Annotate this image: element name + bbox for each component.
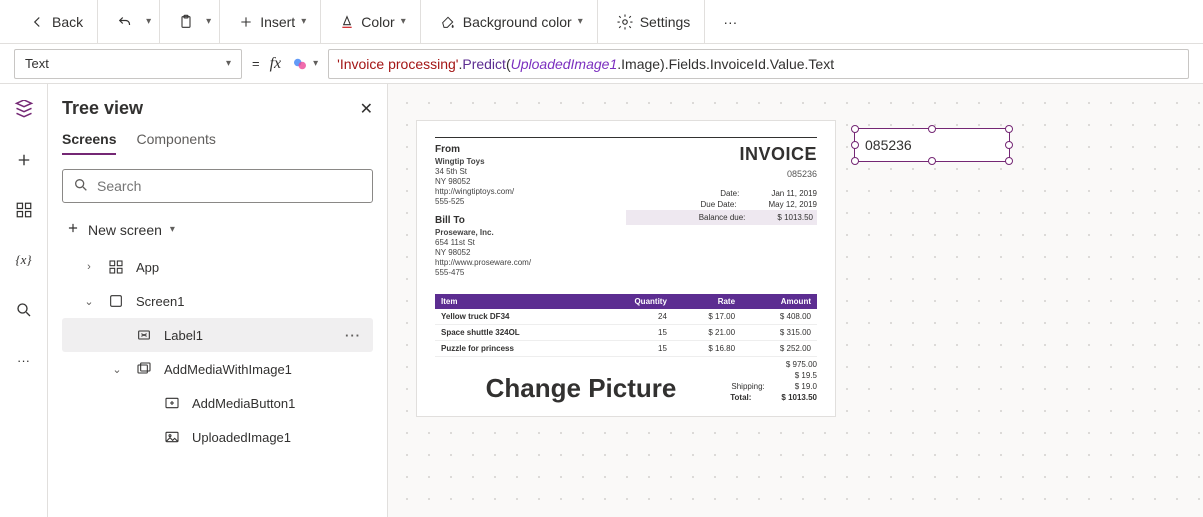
rail-data-icon[interactable] bbox=[8, 194, 40, 226]
add-media-icon bbox=[162, 395, 182, 411]
chevron-down-icon: ▾ bbox=[226, 58, 231, 69]
from-label: From bbox=[435, 144, 626, 155]
tree-title: Tree view bbox=[62, 98, 143, 119]
font-color-icon bbox=[339, 14, 355, 30]
node-label: UploadedImage1 bbox=[192, 430, 291, 445]
tree-node-media-group[interactable]: ⌄ AddMediaWithImage1 bbox=[62, 352, 373, 386]
property-dropdown[interactable]: Text ▾ bbox=[14, 49, 242, 79]
search-box[interactable] bbox=[62, 169, 373, 203]
rail-add-icon[interactable] bbox=[8, 144, 40, 176]
chevron-down-icon: ▾ bbox=[401, 16, 406, 27]
new-screen-button[interactable]: New screen ▾ bbox=[62, 215, 373, 244]
bgcolor-button[interactable]: Background color ▾ bbox=[433, 10, 589, 34]
design-canvas[interactable]: From Wingtip Toys 34 5th St NY 98052 htt… bbox=[388, 84, 1203, 517]
invoice-id: 085236 bbox=[787, 169, 817, 179]
table-row: Space shuttle 324OL15$ 21.00$ 315.00 bbox=[435, 325, 817, 341]
chevron-down-icon[interactable]: ⌄ bbox=[82, 295, 96, 308]
tree-node-label[interactable]: Label1 ··· bbox=[62, 318, 373, 352]
resize-handle[interactable] bbox=[851, 141, 859, 149]
tab-screens[interactable]: Screens bbox=[62, 131, 116, 155]
tree-node-media-button[interactable]: AddMediaButton1 bbox=[62, 386, 373, 420]
chevron-down-icon: ▾ bbox=[578, 16, 583, 27]
resize-handle[interactable] bbox=[928, 157, 936, 165]
arrow-left-icon bbox=[28, 13, 46, 31]
formula-bar: Text ▾ = fx ▾ 'Invoice processing'.Predi… bbox=[0, 44, 1203, 84]
table-row: Yellow truck DF3424$ 17.00$ 408.00 bbox=[435, 309, 817, 325]
settings-label: Settings bbox=[640, 14, 691, 30]
left-rail: {x} ··· bbox=[0, 84, 48, 517]
tree-node-uploaded-image[interactable]: UploadedImage1 bbox=[62, 420, 373, 454]
color-label: Color bbox=[361, 14, 394, 30]
bill-label: Bill To bbox=[435, 215, 626, 226]
node-label: App bbox=[136, 260, 159, 275]
label-icon bbox=[134, 327, 154, 343]
resize-handle[interactable] bbox=[928, 125, 936, 133]
chevron-down-icon[interactable]: ▾ bbox=[146, 16, 151, 27]
search-input[interactable] bbox=[97, 178, 362, 194]
invoice-title: INVOICE bbox=[626, 144, 817, 165]
rail-search-icon[interactable] bbox=[8, 294, 40, 326]
property-value: Text bbox=[25, 56, 49, 71]
search-icon bbox=[73, 177, 89, 196]
invoice-table: Item Quantity Rate Amount Yellow truck D… bbox=[435, 294, 817, 357]
insert-label: Insert bbox=[260, 14, 295, 30]
chevron-down-icon: ▾ bbox=[313, 58, 318, 69]
node-more-icon[interactable]: ··· bbox=[345, 328, 361, 343]
rail-tree-icon[interactable] bbox=[8, 94, 40, 126]
fx-icon[interactable]: fx bbox=[270, 55, 282, 73]
plus-icon bbox=[66, 221, 80, 238]
node-label: AddMediaWithImage1 bbox=[164, 362, 292, 377]
table-row: Puzzle for princess15$ 16.80$ 252.00 bbox=[435, 341, 817, 357]
formula-input[interactable]: 'Invoice processing'.Predict(UploadedIma… bbox=[328, 49, 1189, 79]
node-label: Label1 bbox=[164, 328, 203, 343]
back-label: Back bbox=[52, 14, 83, 30]
new-screen-label: New screen bbox=[88, 222, 162, 238]
invoice-mock[interactable]: From Wingtip Toys 34 5th St NY 98052 htt… bbox=[416, 120, 836, 417]
resize-handle[interactable] bbox=[1005, 157, 1013, 165]
rail-vars-icon[interactable]: {x} bbox=[8, 244, 40, 276]
chevron-down-icon[interactable]: ▾ bbox=[206, 16, 211, 27]
resize-handle[interactable] bbox=[1005, 125, 1013, 133]
color-button[interactable]: Color ▾ bbox=[333, 10, 412, 34]
image-icon bbox=[162, 429, 182, 445]
gear-icon bbox=[616, 13, 634, 31]
back-button[interactable]: Back bbox=[22, 9, 89, 35]
tree-node-screen[interactable]: ⌄ Screen1 bbox=[62, 284, 373, 318]
plus-icon bbox=[238, 14, 254, 30]
screen-icon bbox=[106, 293, 126, 309]
equals-sign: = bbox=[252, 56, 260, 71]
bgcolor-label: Background color bbox=[463, 14, 572, 30]
chevron-down-icon: ▾ bbox=[170, 224, 175, 235]
node-label: AddMediaButton1 bbox=[192, 396, 295, 411]
tree-panel: Tree view ✕ Screens Components New scree… bbox=[48, 84, 388, 517]
node-label: Screen1 bbox=[136, 294, 184, 309]
app-icon bbox=[106, 259, 126, 275]
app-toolbar: Back ▾ ▾ Insert ▾ Color ▾ Background col… bbox=[0, 0, 1203, 44]
resize-handle[interactable] bbox=[851, 157, 859, 165]
selected-label-text: 085236 bbox=[865, 137, 912, 153]
paste-button[interactable] bbox=[172, 9, 200, 35]
paint-bucket-icon bbox=[439, 14, 457, 30]
resize-handle[interactable] bbox=[851, 125, 859, 133]
insert-button[interactable]: Insert ▾ bbox=[232, 10, 312, 34]
chevron-down-icon: ▾ bbox=[301, 16, 306, 27]
change-picture-overlay[interactable]: Change Picture bbox=[435, 373, 727, 404]
overflow-button[interactable]: ··· bbox=[717, 10, 743, 34]
chevron-right-icon[interactable]: › bbox=[82, 261, 96, 273]
tree-node-app[interactable]: › App bbox=[62, 250, 373, 284]
tab-components[interactable]: Components bbox=[136, 131, 215, 155]
undo-button[interactable] bbox=[110, 9, 140, 35]
selected-label-control[interactable]: 085236 bbox=[854, 128, 1010, 162]
settings-button[interactable]: Settings bbox=[610, 9, 697, 35]
media-group-icon bbox=[134, 361, 154, 377]
chevron-down-icon[interactable]: ⌄ bbox=[110, 363, 124, 376]
resize-handle[interactable] bbox=[1005, 141, 1013, 149]
close-icon[interactable]: ✕ bbox=[360, 99, 373, 119]
copilot-icon[interactable]: ▾ bbox=[291, 55, 318, 73]
rail-more-icon[interactable]: ··· bbox=[8, 344, 40, 376]
